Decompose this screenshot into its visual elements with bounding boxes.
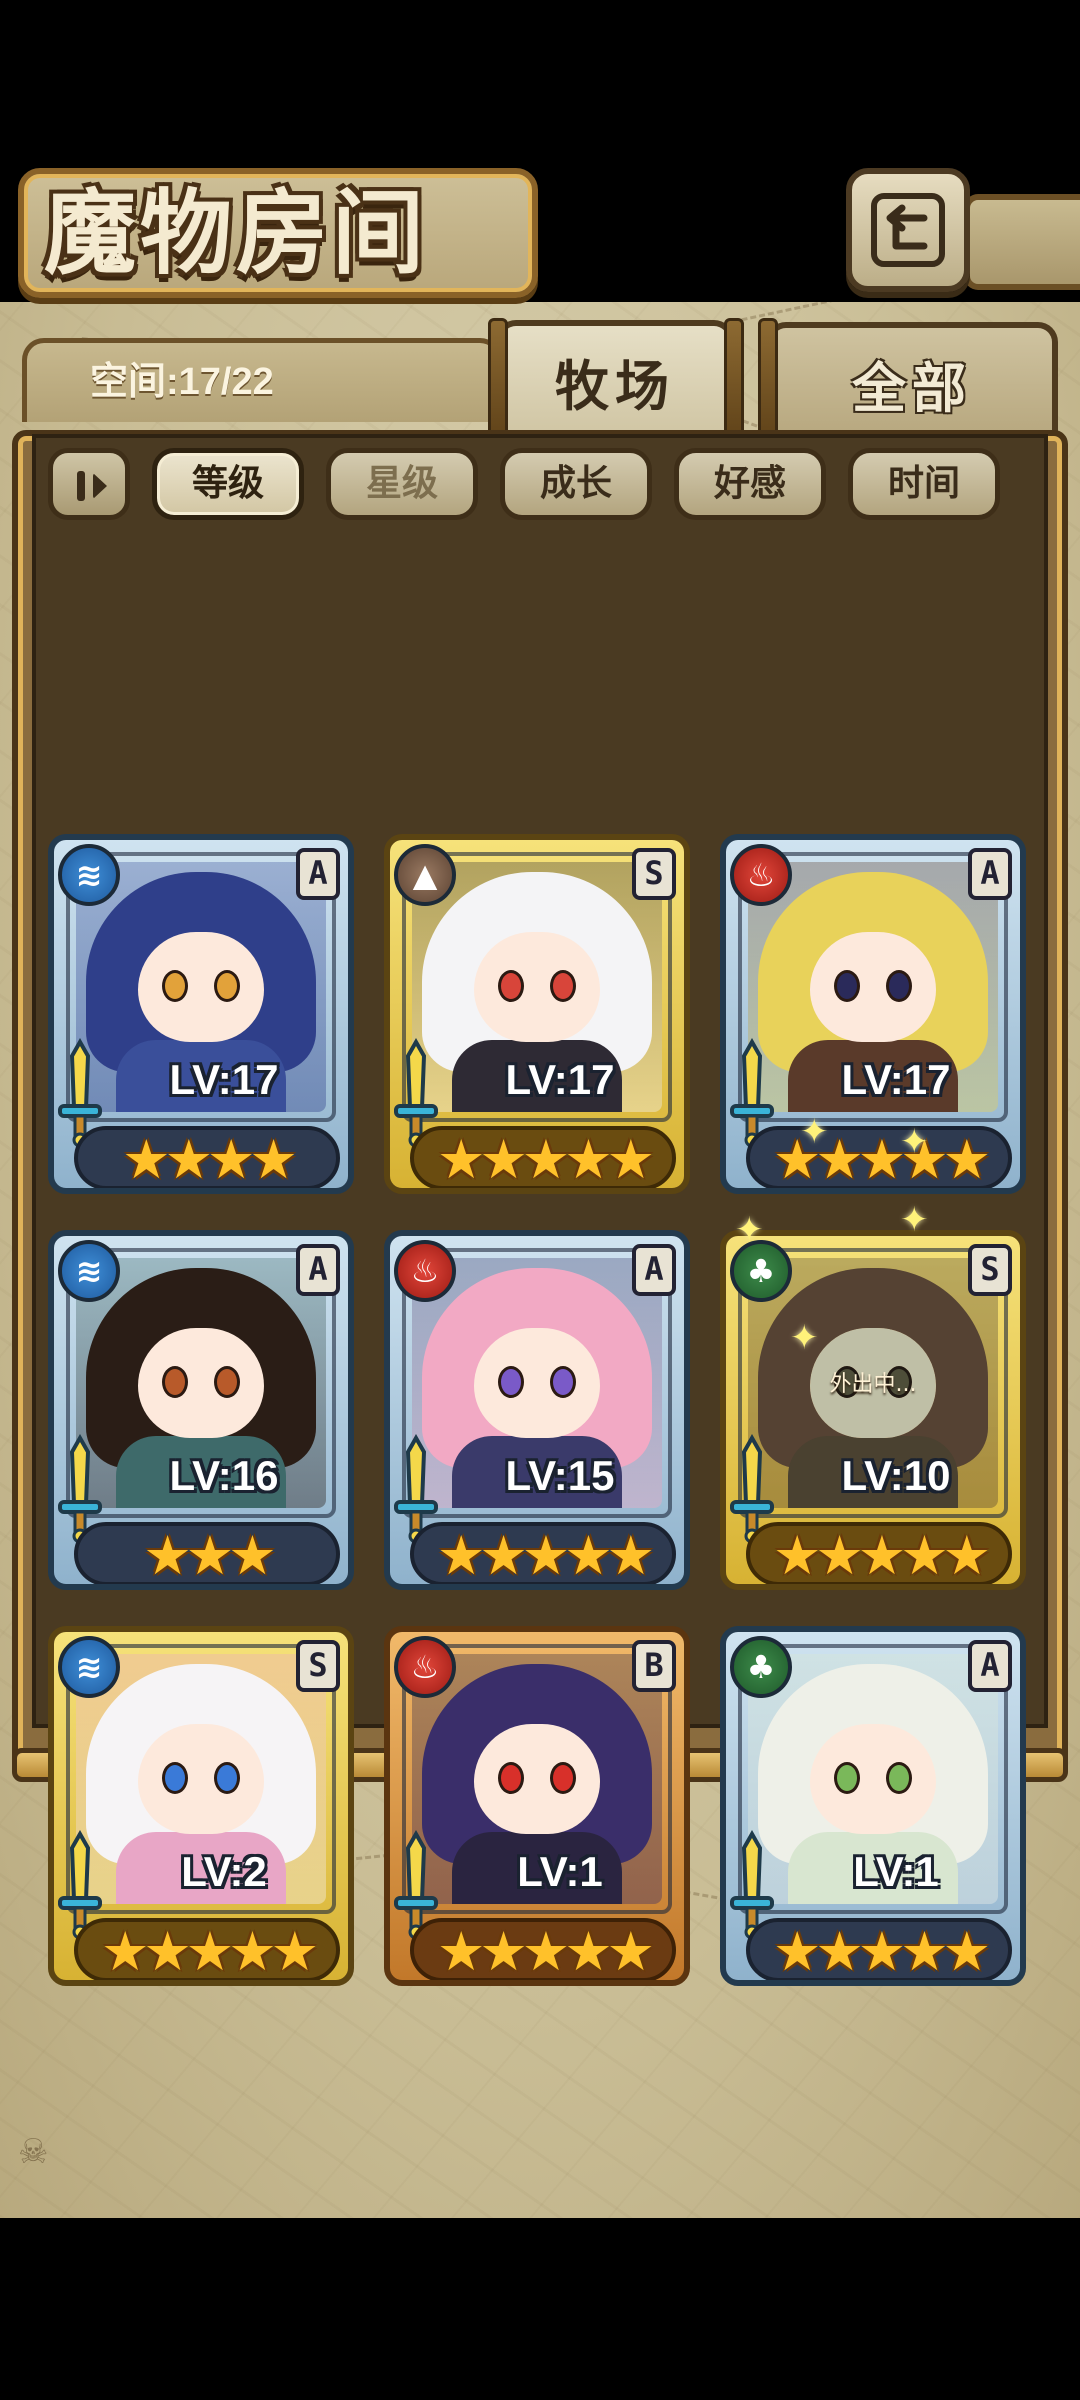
level-label: LV:1 <box>517 1848 603 1895</box>
sort-growth-button[interactable]: 成长 <box>500 448 652 520</box>
star-rating: ★★★★★ <box>772 1524 991 1587</box>
navigation-bar-area <box>0 2218 1080 2400</box>
page-title: 魔物房间 <box>44 179 429 287</box>
sparkle-icon: ✦ <box>735 1210 764 1250</box>
level-label: LV:15 <box>505 1452 615 1499</box>
star-rating: ★★★★★ <box>436 1524 655 1587</box>
back-rail <box>964 194 1080 290</box>
tab-ranch-label: 牧场 <box>555 354 675 418</box>
tab-post <box>758 318 778 446</box>
tab-post <box>724 318 744 446</box>
monster-card[interactable]: ≋ A LV:16 ★★★ <box>48 1230 354 1590</box>
star-rating: ★★★★ <box>122 1128 298 1191</box>
rank-badge: B <box>632 1640 676 1692</box>
star-rating: ★★★★★ <box>772 1920 991 1983</box>
wind-element-icon: ♣ <box>730 1636 792 1698</box>
monster-card[interactable]: ♣ A LV:1 ★★★★★ <box>720 1626 1026 1986</box>
water-element-icon: ≋ <box>58 1240 120 1302</box>
away-status-label: 外出中... <box>829 1372 917 1397</box>
monster-card[interactable]: ≋ S LV:2 ★★★★★ <box>48 1626 354 1986</box>
monster-card[interactable]: ▲ S LV:17 ★★★★★ <box>384 834 690 1194</box>
sort-star-button[interactable]: 星级 <box>326 448 478 520</box>
tab-ranch[interactable]: 牧场 <box>496 320 734 440</box>
rank-badge: S <box>968 1244 1012 1296</box>
rank-badge: A <box>296 1244 340 1296</box>
sparkle-icon: ✦ <box>900 1200 929 1240</box>
sort-level-button[interactable]: 等级 <box>152 448 304 520</box>
rank-badge: A <box>968 1640 1012 1692</box>
rank-badge: A <box>632 1244 676 1296</box>
sparkle-icon: ✦ <box>800 1112 829 1152</box>
star-rating: ★★★ <box>143 1524 276 1587</box>
fire-element-icon: ♨ <box>394 1240 456 1302</box>
rank-badge: A <box>968 848 1012 900</box>
level-label: LV:16 <box>169 1452 279 1499</box>
level-label: LV:17 <box>169 1056 279 1103</box>
sort-affection-button[interactable]: 好感 <box>674 448 826 520</box>
level-label: LV:2 <box>181 1848 267 1895</box>
star-rating: ★★★★★ <box>100 1920 319 1983</box>
star-rating: ★★★★★ <box>436 1128 655 1191</box>
water-element-icon: ≋ <box>58 1636 120 1698</box>
star-rating: ★★★★★ <box>436 1920 655 1983</box>
tab-all[interactable]: 全部 <box>766 322 1058 442</box>
level-label: LV:1 <box>853 1848 939 1895</box>
star-rating: ★★★★★ <box>772 1128 991 1191</box>
level-label: LV:17 <box>505 1056 615 1103</box>
fire-element-icon: ♨ <box>730 844 792 906</box>
space-count: 空间:17/22 <box>90 361 274 403</box>
monster-card[interactable]: ♨ A LV:17 ★★★★★ <box>720 834 1026 1194</box>
tab-post <box>488 318 508 446</box>
return-icon <box>871 193 945 267</box>
fire-element-icon: ♨ <box>394 1636 456 1698</box>
monster-card[interactable]: ≋ A LV:17 ★★★★ <box>48 834 354 1194</box>
sparkle-icon: ✦ <box>790 1318 819 1358</box>
sort-order-toggle-button[interactable] <box>48 448 130 520</box>
earth-element-icon: ▲ <box>394 844 456 906</box>
monster-card[interactable]: ♨ B LV:1 ★★★★★ <box>384 1626 690 1986</box>
rank-badge: A <box>296 848 340 900</box>
level-label: LV:17 <box>841 1056 951 1103</box>
level-label: LV:10 <box>841 1452 951 1499</box>
sort-time-button[interactable]: 时间 <box>848 448 1000 520</box>
rank-badge: S <box>296 1640 340 1692</box>
monster-card[interactable]: ♨ A LV:15 ★★★★★ <box>384 1230 690 1590</box>
back-button[interactable] <box>846 168 970 292</box>
water-element-icon: ≋ <box>58 844 120 906</box>
rank-badge: S <box>632 848 676 900</box>
monster-card[interactable]: ♣ S LV:10 ★★★★★ 外出中... <box>720 1230 1026 1590</box>
skull-map-icon: ☠ <box>18 2132 49 2172</box>
sparkle-icon: ✦ <box>900 1122 929 1162</box>
